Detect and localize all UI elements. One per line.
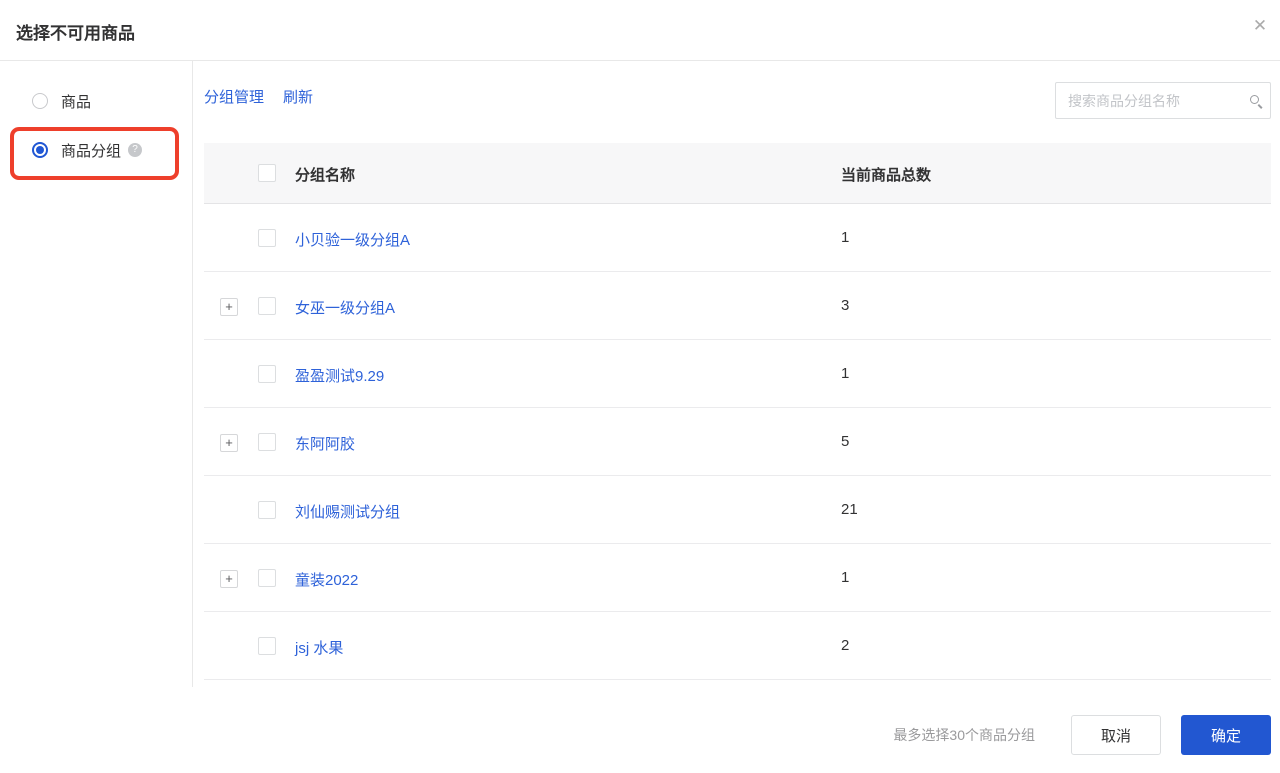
- select-all-checkbox[interactable]: [258, 164, 276, 182]
- group-count: 3: [841, 297, 850, 314]
- row-checkbox[interactable]: [258, 433, 276, 451]
- table-row: + 童装2022 1: [204, 544, 1271, 612]
- table-header-row: 分组名称 当前商品总数: [204, 143, 1271, 204]
- sidebar: 商品 商品分组 ?: [0, 61, 192, 687]
- radio-icon-checked[interactable]: [32, 142, 48, 158]
- search-box: [1055, 82, 1271, 119]
- group-name-link[interactable]: jsj 水果: [295, 637, 343, 658]
- radio-label: 商品: [61, 93, 92, 111]
- radio-label: 商品分组: [61, 142, 122, 160]
- table-row: + 东阿阿胶 5: [204, 408, 1271, 476]
- row-checkbox[interactable]: [258, 637, 276, 655]
- dialog-footer: 最多选择30个商品分组 取消 确定: [0, 687, 1280, 773]
- row-checkbox[interactable]: [258, 501, 276, 519]
- cancel-button[interactable]: 取消: [1071, 715, 1161, 755]
- radio-option-goods[interactable]: 商品: [32, 91, 91, 111]
- group-name-link[interactable]: 刘仙赐测试分组: [295, 501, 400, 522]
- row-checkbox[interactable]: [258, 569, 276, 587]
- close-icon[interactable]: ✕: [1248, 14, 1272, 38]
- row-checkbox[interactable]: [258, 365, 276, 383]
- table-row: 刘仙赐测试分组 21: [204, 476, 1271, 544]
- expand-icon[interactable]: +: [220, 298, 238, 316]
- dialog-header: 选择不可用商品 ✕: [0, 0, 1280, 61]
- selection-limit-hint: 最多选择30个商品分组: [893, 727, 1035, 743]
- column-header-count: 当前商品总数: [841, 167, 932, 184]
- group-name-link[interactable]: 女巫一级分组A: [295, 297, 395, 318]
- group-name-link[interactable]: 童装2022: [295, 569, 358, 590]
- radio-icon-unchecked[interactable]: [32, 93, 48, 109]
- group-count: 5: [841, 433, 850, 450]
- refresh-link[interactable]: 刷新: [283, 86, 313, 107]
- dialog-body: 商品 商品分组 ? 分组管理 刷新 分组名称: [0, 61, 1280, 687]
- group-manage-link[interactable]: 分组管理: [204, 86, 264, 107]
- expand-icon[interactable]: +: [220, 434, 238, 452]
- radio-option-goods-group[interactable]: 商品分组 ?: [32, 140, 143, 160]
- group-count: 21: [841, 501, 858, 518]
- column-header-name: 分组名称: [295, 167, 356, 184]
- help-icon[interactable]: ?: [128, 143, 143, 157]
- toolbar: 分组管理 刷新: [193, 61, 1280, 143]
- group-count: 1: [841, 229, 850, 246]
- group-count: 1: [841, 365, 850, 382]
- row-checkbox[interactable]: [258, 297, 276, 315]
- group-name-link[interactable]: 小贝验一级分组A: [295, 229, 410, 250]
- table-row: 盈盈测试9.29 1: [204, 340, 1271, 408]
- select-unavailable-goods-dialog: 选择不可用商品 ✕ 商品 商品分组 ? 分组管理 刷新 搜索商品分组名称 分组名…: [0, 0, 1280, 773]
- group-count: 1: [841, 569, 850, 586]
- search-input[interactable]: [1055, 82, 1271, 119]
- content-panel: 分组管理 刷新 分组名称 当前商品总数 小贝验一级分组A 1: [193, 61, 1280, 687]
- group-name-link[interactable]: 东阿阿胶: [295, 433, 355, 454]
- group-name-link[interactable]: 盈盈测试9.29: [295, 365, 384, 386]
- table-row: jsj 水果 2: [204, 612, 1271, 680]
- table-row: 小贝验一级分组A 1: [204, 204, 1271, 272]
- search-icon[interactable]: [1250, 95, 1259, 104]
- expand-icon[interactable]: +: [220, 570, 238, 588]
- table-row: + 女巫一级分组A 3: [204, 272, 1271, 340]
- group-count: 2: [841, 637, 850, 654]
- row-checkbox[interactable]: [258, 229, 276, 247]
- confirm-button[interactable]: 确定: [1181, 715, 1271, 755]
- dialog-title: 选择不可用商品: [16, 24, 135, 43]
- group-table: 分组名称 当前商品总数 小贝验一级分组A 1 + 女巫一级分组A 3 盈盈测试9: [204, 143, 1271, 680]
